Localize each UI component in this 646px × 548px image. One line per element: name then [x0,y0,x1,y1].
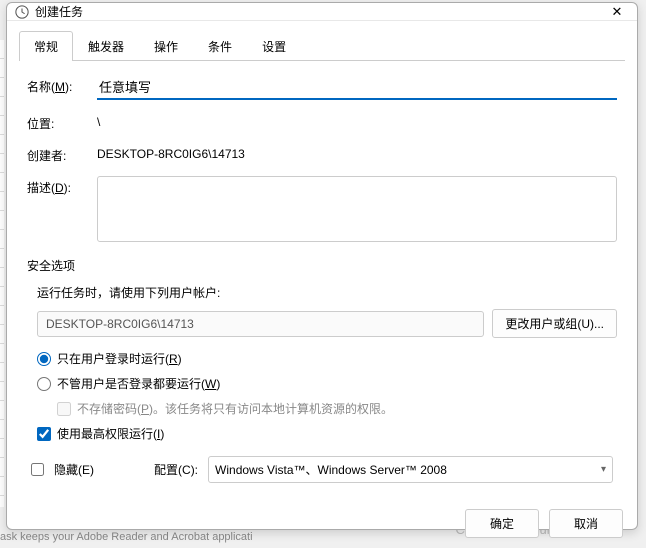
config-label: 配置(C): [154,461,198,478]
location-label: 位置: [27,112,97,132]
checkbox-nopass: 不存储密码(P)。该任务将只有访问本地计算机资源的权限。 [57,400,617,417]
desc-label: 描述(D): [27,176,97,196]
window-title: 创建任务 [35,3,605,20]
content: 常规 触发器 操作 条件 设置 名称(M): 位置: \ 创建者: DESKTO… [7,21,637,499]
checkbox-hidden-input[interactable] [31,463,44,476]
config-select[interactable]: Windows Vista™、Windows Server™ 2008 ▾ [208,456,613,483]
checkbox-highest-input[interactable] [37,427,51,441]
footer: 确定 取消 [7,499,637,548]
ok-button[interactable]: 确定 [465,509,539,538]
location-value: \ [97,112,617,129]
author-value: DESKTOP-8RC0IG6\14713 [97,144,617,161]
security-prompt: 运行任务时，请使用下列用户帐户: [37,284,617,301]
titlebar: 创建任务 ✕ [7,3,637,21]
radio-any-login[interactable]: 不管用户是否登录都要运行(W) [37,375,617,392]
radio-logged-on-label: 只在用户登录时运行(R) [57,350,182,367]
checkbox-highest-label: 使用最高权限运行(I) [57,425,164,442]
author-label: 创建者: [27,144,97,164]
radio-any-login-label: 不管用户是否登录都要运行(W) [57,375,220,392]
tab-strip: 常规 触发器 操作 条件 设置 [19,31,625,61]
chevron-down-icon: ▾ [601,464,606,475]
tab-actions[interactable]: 操作 [139,31,193,61]
radio-logged-on[interactable]: 只在用户登录时运行(R) [37,350,617,367]
tab-conditions[interactable]: 条件 [193,31,247,61]
name-input[interactable] [97,75,617,100]
radio-logged-on-input[interactable] [37,352,51,366]
clock-icon [15,5,29,19]
cancel-button[interactable]: 取消 [549,509,623,538]
bg-left-strip [0,40,4,507]
close-button[interactable]: ✕ [605,4,629,20]
create-task-dialog: 创建任务 ✕ 常规 触发器 操作 条件 设置 名称(M): 位置: \ 创建者:… [6,2,638,530]
security-title: 安全选项 [27,257,617,274]
general-panel: 名称(M): 位置: \ 创建者: DESKTOP-8RC0IG6\14713 … [19,61,625,491]
change-user-button[interactable]: 更改用户或组(U)... [492,309,617,338]
checkbox-hidden-label: 隐藏(E) [54,461,94,478]
checkbox-highest[interactable]: 使用最高权限运行(I) [37,425,617,442]
account-display: DESKTOP-8RC0IG6\14713 [37,311,484,337]
checkbox-nopass-input [57,402,71,416]
tab-triggers[interactable]: 触发器 [73,31,139,61]
name-label: 名称(M): [27,75,97,95]
checkbox-nopass-label: 不存储密码(P)。该任务将只有访问本地计算机资源的权限。 [77,400,393,417]
desc-textarea[interactable] [97,176,617,242]
tab-settings[interactable]: 设置 [247,31,301,61]
radio-any-login-input[interactable] [37,377,51,391]
tab-general[interactable]: 常规 [19,31,73,61]
config-select-value: Windows Vista™、Windows Server™ 2008 [215,461,447,478]
